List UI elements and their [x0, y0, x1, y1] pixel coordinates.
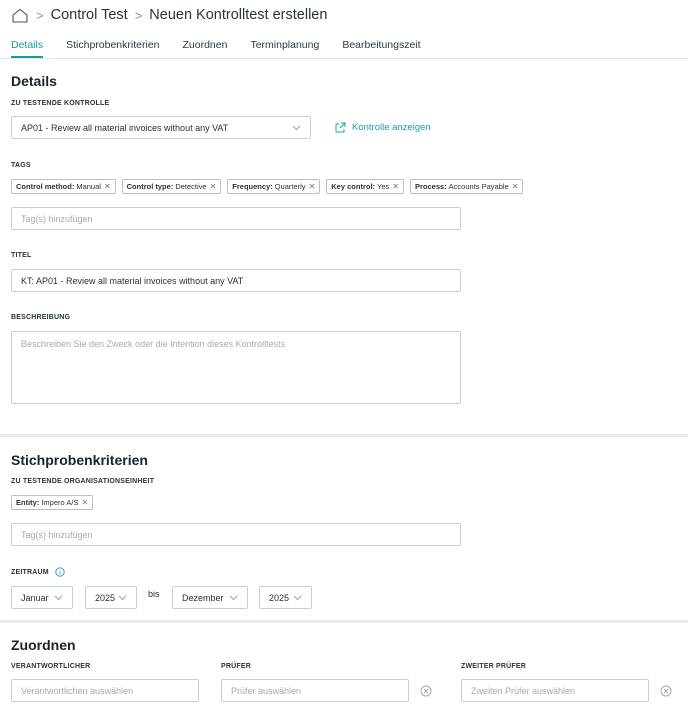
title-input-value: KT: AP01 - Review all material invoices …: [21, 275, 244, 286]
section-divider: [0, 434, 688, 437]
details-section-title: Details: [11, 73, 57, 89]
period-label: ZEITRAUM: [11, 568, 49, 576]
second-reviewer-placeholder: Zweiten Prüfer auswählen: [471, 685, 576, 696]
tag-key: Frequency:: [232, 182, 273, 191]
from-year-select[interactable]: 2025: [85, 586, 137, 609]
tab-terminplanung[interactable]: Terminplanung: [250, 39, 319, 58]
close-icon[interactable]: ✕: [512, 182, 519, 191]
sampling-section-title: Stichprobenkriterien: [11, 452, 148, 468]
tag-add-placeholder: Tag(s) hinzufügen: [21, 213, 93, 224]
breadcrumb-separator: >: [134, 7, 143, 23]
from-year-value: 2025: [95, 592, 116, 603]
close-icon[interactable]: ✕: [104, 182, 111, 191]
tab-bar: Details Stichprobenkriterien Zuordnen Te…: [0, 30, 688, 59]
clear-reviewer-icon[interactable]: [420, 685, 432, 697]
period-to-label: bis: [148, 589, 160, 599]
org-unit-label: ZU TESTENDE ORGANISATIONSEINHEIT: [11, 478, 155, 485]
to-month-value: Dezember: [182, 592, 224, 603]
close-icon[interactable]: ✕: [309, 182, 316, 191]
to-year-value: 2025: [269, 592, 290, 603]
responsible-input[interactable]: Verantwortlichen auswählen: [11, 679, 199, 702]
tag-value: Detective: [175, 182, 207, 191]
tag-value: Impero A/S: [41, 498, 79, 507]
show-control-link[interactable]: Kontrolle anzeigen: [335, 122, 431, 133]
info-icon[interactable]: [55, 567, 65, 577]
control-select-value: AP01 - Review all material invoices with…: [21, 122, 229, 133]
chevron-down-icon: [118, 595, 127, 601]
tag-key: Entity:: [16, 498, 40, 507]
tag-chip: Process: Accounts Payable ✕: [409, 179, 524, 194]
responsible-label: VERANTWORTLICHER: [11, 663, 91, 670]
tag-key: Control type:: [126, 182, 174, 191]
tag-chip: Frequency: Quarterly ✕: [227, 179, 321, 194]
control-select[interactable]: AP01 - Review all material invoices with…: [11, 116, 311, 139]
reviewer-placeholder: Prüfer auswählen: [231, 685, 302, 696]
from-month-select[interactable]: Januar: [11, 586, 73, 609]
tab-zuordnen[interactable]: Zuordnen: [183, 39, 228, 58]
org-tag-list: Entity: Impero A/S ✕: [11, 495, 99, 510]
tab-details[interactable]: Details: [11, 39, 44, 58]
control-label: ZU TESTENDE KONTROLLE: [11, 100, 110, 107]
close-icon[interactable]: ✕: [81, 498, 88, 507]
to-year-select[interactable]: 2025: [259, 586, 312, 609]
tag-value: Yes: [377, 182, 390, 191]
show-control-link-label: Kontrolle anzeigen: [352, 122, 431, 133]
tag-value: Quarterly: [274, 182, 306, 191]
tag-chip: Entity: Impero A/S ✕: [11, 495, 94, 510]
tag-chip: Control method: Manual ✕: [11, 179, 116, 194]
tag-list: Control method: Manual ✕ Control type: Dete…: [11, 179, 529, 194]
tab-bearbeitungszeit[interactable]: Bearbeitungszeit: [342, 39, 420, 58]
tab-stichprobenkriterien[interactable]: Stichprobenkriterien: [66, 39, 159, 58]
chevron-down-icon: [293, 595, 302, 601]
reviewer-label: PRÜFER: [221, 663, 251, 670]
breadcrumb: > Control Test > Neuen Kontrolltest erst…: [0, 0, 688, 30]
tags-label: TAGS: [11, 162, 31, 169]
page-title: Neuen Kontrolltest erstellen: [149, 7, 328, 23]
clear-second-reviewer-icon[interactable]: [660, 685, 672, 697]
chevron-down-icon: [229, 595, 238, 601]
from-month-value: Januar: [21, 592, 49, 603]
description-label: BESCHREIBUNG: [11, 314, 71, 321]
second-reviewer-input[interactable]: Zweiten Prüfer auswählen: [461, 679, 649, 702]
external-link-icon: [335, 122, 346, 133]
tag-key: Key control:: [331, 182, 376, 191]
close-icon[interactable]: ✕: [210, 182, 217, 191]
breadcrumb-control-test[interactable]: Control Test: [51, 7, 128, 23]
title-input[interactable]: KT: AP01 - Review all material invoices …: [11, 269, 461, 292]
title-label: TITEL: [11, 252, 32, 259]
second-reviewer-label: ZWEITER PRÜFER: [461, 663, 527, 670]
section-divider: [0, 620, 688, 623]
to-month-select[interactable]: Dezember: [172, 586, 248, 609]
period-label-row: ZEITRAUM: [11, 567, 65, 577]
reviewer-input[interactable]: Prüfer auswählen: [221, 679, 409, 702]
responsible-placeholder: Verantwortlichen auswählen: [21, 685, 134, 696]
tag-key: Control method:: [16, 182, 75, 191]
close-icon[interactable]: ✕: [392, 182, 399, 191]
breadcrumb-separator: >: [36, 7, 44, 23]
org-tag-add-placeholder: Tag(s) hinzufügen: [21, 529, 93, 540]
description-placeholder: Beschreiben Sie den Zweck oder die Inten…: [21, 339, 286, 349]
tag-key: Process:: [414, 182, 447, 191]
home-icon[interactable]: [11, 8, 29, 23]
org-tag-add-input[interactable]: Tag(s) hinzufügen: [11, 523, 461, 546]
chevron-down-icon: [54, 595, 63, 601]
tag-add-input[interactable]: Tag(s) hinzufügen: [11, 207, 461, 230]
description-textarea[interactable]: Beschreiben Sie den Zweck oder die Inten…: [11, 331, 461, 404]
assign-section-title: Zuordnen: [11, 637, 76, 653]
tag-chip: Control type: Detective ✕: [121, 179, 222, 194]
tag-value: Manual: [76, 182, 101, 191]
chevron-down-icon: [292, 125, 301, 131]
tag-chip: Key control: Yes ✕: [326, 179, 404, 194]
tag-value: Accounts Payable: [448, 182, 509, 191]
